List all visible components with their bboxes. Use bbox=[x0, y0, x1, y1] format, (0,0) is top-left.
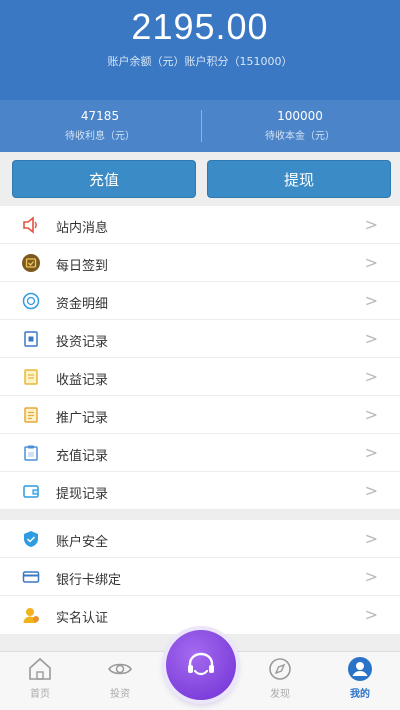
income-record-icon bbox=[24, 369, 38, 385]
menu-label: 推广记录 bbox=[56, 411, 109, 426]
menu-item-investment-record[interactable]: 投资记录 > bbox=[0, 320, 400, 358]
recharge-record-icon bbox=[24, 445, 38, 461]
menu-label: 收益记录 bbox=[56, 373, 109, 388]
bank-card-icon bbox=[22, 571, 40, 583]
tab-label: 首页 bbox=[30, 689, 50, 700]
chevron-right-icon: > bbox=[364, 291, 378, 310]
promotion-record-icon bbox=[24, 407, 38, 423]
fund-detail-icon bbox=[22, 292, 40, 310]
menu-item-fund-detail[interactable]: 资金明细 > bbox=[0, 282, 400, 320]
charge-button[interactable]: 充值 bbox=[12, 160, 196, 198]
pending-principal-label: 待收本金（元） bbox=[265, 131, 335, 142]
profile-icon bbox=[348, 657, 372, 681]
menu-item-account-security[interactable]: 账户安全 > bbox=[0, 520, 400, 558]
menu-label: 实名认证 bbox=[56, 611, 109, 626]
customer-service-button[interactable] bbox=[166, 630, 236, 700]
menu-label: 充值记录 bbox=[56, 449, 109, 464]
menu-item-promotion-record[interactable]: 推广记录 > bbox=[0, 396, 400, 434]
menu-label: 提现记录 bbox=[56, 487, 109, 502]
tab-home[interactable]: 首页 bbox=[0, 652, 80, 710]
pending-principal-value: 100000 bbox=[277, 109, 323, 123]
menu-label: 投资记录 bbox=[56, 335, 109, 350]
chevron-right-icon: > bbox=[364, 367, 378, 386]
chevron-right-icon: > bbox=[364, 529, 378, 548]
menu-label: 账户安全 bbox=[56, 535, 109, 550]
menu-label: 银行卡绑定 bbox=[56, 573, 122, 588]
shield-icon bbox=[24, 531, 38, 547]
menu-item-messages[interactable]: 站内消息 > bbox=[0, 206, 400, 244]
withdraw-button[interactable]: 提现 bbox=[207, 160, 391, 198]
tab-label: 投资 bbox=[110, 689, 130, 700]
menu-item-real-name[interactable]: 实名认证 > bbox=[0, 596, 400, 634]
home-icon bbox=[29, 657, 51, 680]
account-header: 2195.00 账户余额（元）账户积分（151000） 47185 待收利息（元… bbox=[0, 0, 400, 152]
stats-bar: 47185 待收利息（元） 100000 待收本金（元） bbox=[0, 100, 400, 152]
action-buttons: 充值 提现 bbox=[0, 152, 400, 206]
chevron-right-icon: > bbox=[364, 443, 378, 462]
withdraw-record-icon bbox=[23, 485, 39, 498]
pending-interest-value: 47185 bbox=[80, 109, 120, 123]
checkin-icon bbox=[22, 254, 40, 272]
tab-label: 我的 bbox=[350, 689, 370, 700]
chevron-right-icon: > bbox=[364, 329, 378, 348]
tab-mine[interactable]: 我的 bbox=[320, 652, 400, 710]
account-menu: 账户安全 > 银行卡绑定 > 实名认证 > bbox=[0, 520, 400, 634]
menu-label: 站内消息 bbox=[56, 221, 109, 236]
menu-item-income-record[interactable]: 收益记录 > bbox=[0, 358, 400, 396]
tab-invest[interactable]: 投资 bbox=[80, 652, 160, 710]
balance-amount: 2195.00 bbox=[131, 6, 269, 47]
balance-subtitle: 账户余额（元）账户积分（151000） bbox=[107, 55, 293, 68]
compass-icon bbox=[269, 658, 291, 680]
chevron-right-icon: > bbox=[364, 605, 378, 624]
chevron-right-icon: > bbox=[364, 405, 378, 424]
invest-icon bbox=[108, 663, 132, 675]
speaker-icon bbox=[23, 216, 37, 234]
menu-item-checkin[interactable]: 每日签到 > bbox=[0, 244, 400, 282]
pending-interest-label: 待收利息（元） bbox=[65, 131, 135, 142]
menu-item-recharge-record[interactable]: 充值记录 > bbox=[0, 434, 400, 472]
tab-label: 发现 bbox=[270, 689, 290, 700]
investment-record-icon bbox=[24, 331, 38, 347]
user-verify-icon bbox=[23, 608, 39, 623]
menu-label: 资金明细 bbox=[56, 297, 109, 312]
chevron-right-icon: > bbox=[364, 215, 378, 234]
menu-label: 每日签到 bbox=[56, 259, 109, 274]
tab-discover[interactable]: 发现 bbox=[240, 652, 320, 710]
stats-divider bbox=[201, 110, 202, 142]
records-menu: 站内消息 > 每日签到 > 资金明细 > 投资记录 > 收益记录 > 推广记录 … bbox=[0, 206, 400, 510]
headset-icon bbox=[188, 652, 214, 676]
chevron-right-icon: > bbox=[364, 253, 378, 272]
menu-item-withdraw-record[interactable]: 提现记录 > bbox=[0, 472, 400, 510]
chevron-right-icon: > bbox=[364, 481, 378, 500]
pending-principal[interactable]: 100000 待收本金（元） bbox=[200, 100, 400, 152]
chevron-right-icon: > bbox=[364, 567, 378, 586]
menu-item-bank-card[interactable]: 银行卡绑定 > bbox=[0, 558, 400, 596]
pending-interest[interactable]: 47185 待收利息（元） bbox=[0, 100, 200, 152]
